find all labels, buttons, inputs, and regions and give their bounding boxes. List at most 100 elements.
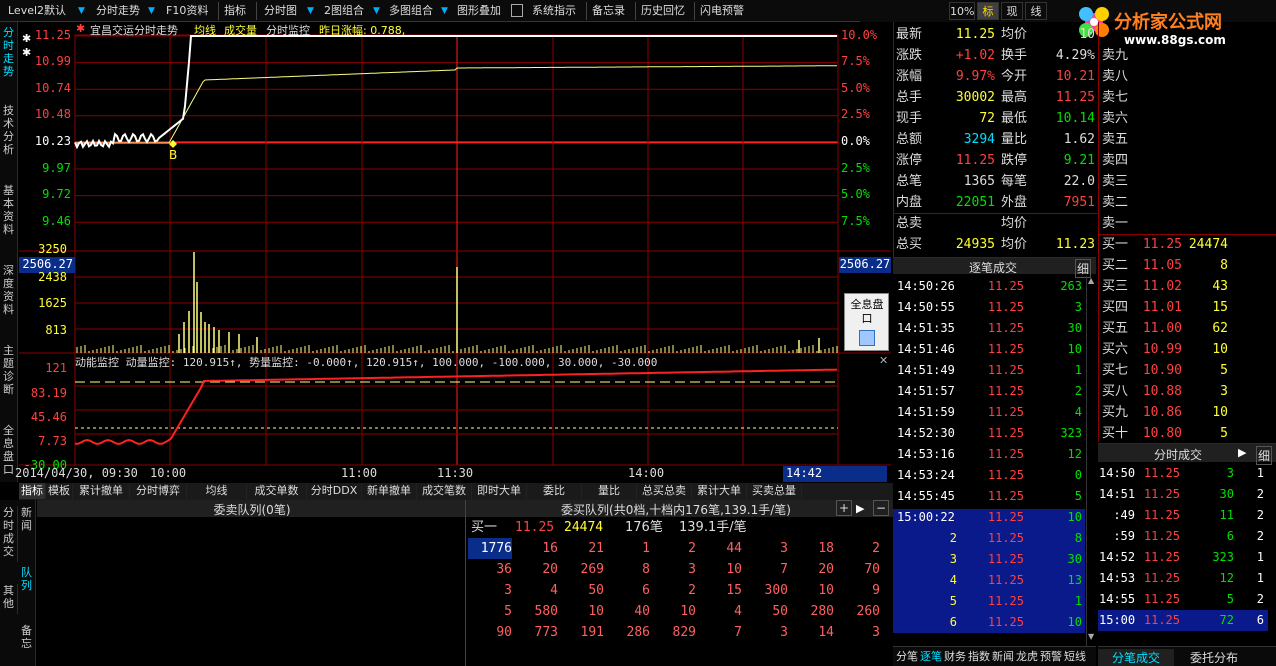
indicator-menu[interactable]: 指标 (224, 3, 246, 19)
f10-menu[interactable]: F10资料 (166, 3, 208, 19)
pct-tick: 7.5% (841, 54, 870, 68)
buy-level-label: 买七 (1102, 363, 1129, 378)
minute-chart-menu[interactable]: 分时图 (264, 3, 297, 19)
indicator-tab[interactable]: 均线 (187, 483, 247, 499)
indicator-tab[interactable]: 总买总卖 (637, 483, 692, 499)
ticks-tab[interactable]: 财务 (943, 648, 967, 664)
tab-news[interactable]: 新闻 (18, 506, 36, 546)
dropdown-arrow-icon[interactable]: ▼ (372, 4, 381, 18)
lock-icon[interactable] (511, 4, 523, 17)
queue-cell: 2 (872, 541, 880, 556)
queue-cell: 3 (688, 562, 696, 577)
ticks-tab[interactable]: 龙虎 (1015, 648, 1039, 664)
toolbar-divider (218, 2, 219, 20)
line-button[interactable]: 线 (1025, 2, 1047, 20)
price-tick: 10.23 (34, 134, 71, 148)
monitor-label[interactable]: 分时监控 (266, 22, 310, 38)
chart-canvas (19, 34, 891, 466)
tick-volume: 4 (1074, 405, 1082, 419)
indicator-tab[interactable]: 累计大单 (692, 483, 747, 499)
indicator-tab[interactable]: 成交单数 (247, 483, 307, 499)
quote-label: 跌停 (1001, 153, 1028, 168)
dropdown-arrow-icon[interactable]: ▼ (440, 4, 449, 18)
two-chart-menu[interactable]: 2图组合 (324, 3, 364, 19)
ticks-tab[interactable]: 新闻 (991, 648, 1015, 664)
dropdown-arrow-icon[interactable]: ▼ (77, 4, 86, 18)
dropdown-arrow-icon[interactable]: ▼ (306, 4, 315, 18)
tick-time: 2 (949, 531, 957, 545)
minute-price: 11.25 (1143, 529, 1180, 543)
ticks-tab[interactable]: 分笔 (895, 648, 919, 664)
buy-level-price: 11.25 (1142, 237, 1182, 252)
play-icon[interactable]: ▶ (856, 502, 864, 515)
indicator-tab[interactable]: 买卖总量 (747, 483, 802, 499)
tab-other[interactable]: 其他 (0, 584, 18, 614)
standard-button[interactable]: 标 (977, 2, 999, 20)
play-icon[interactable]: ▶ (1238, 446, 1246, 459)
indicator-tab[interactable]: 委比 (527, 483, 582, 499)
minute-price: 11.25 (1143, 487, 1180, 501)
overlay-menu[interactable]: 图形叠加 (457, 3, 501, 19)
volume-tick: 3250 (38, 242, 67, 256)
minute-count: 1 (1256, 571, 1264, 585)
tick-volume: 30 (1067, 552, 1082, 566)
tab-tick-trades[interactable]: 分笔成交 (1098, 649, 1174, 666)
tick-time: 5 (949, 594, 957, 608)
indicator-tab[interactable]: 即时大单 (472, 483, 527, 499)
quote-value: 11.23 (1055, 237, 1095, 252)
layout-selector[interactable]: Level2默认 (8, 3, 66, 19)
intraday-menu[interactable]: 分时走势 (96, 3, 140, 19)
ticks-scrollbar[interactable]: ▲ ▼ (1086, 276, 1096, 646)
minute-volume: 3 (1226, 466, 1234, 480)
volume-label[interactable]: 成交量 (224, 22, 257, 38)
tick-time: 14:51:57 (897, 384, 955, 398)
indicator-tab[interactable]: 量比 (582, 483, 637, 499)
alert-menu[interactable]: 闪电预警 (700, 3, 744, 19)
queue-cell: 7 (780, 562, 788, 577)
pct-toggle[interactable]: 10% (949, 2, 975, 20)
tick-volume: 3 (1074, 300, 1082, 314)
ma-label[interactable]: 均线 (194, 22, 216, 38)
memo-menu[interactable]: 备忘录 (592, 3, 625, 19)
indicator-tab[interactable]: 新单撤单 (362, 483, 417, 499)
minute-time: 14:51 (1099, 487, 1136, 501)
history-menu[interactable]: 历史回忆 (641, 3, 685, 19)
indicator-tab[interactable]: 成交笔数 (417, 483, 472, 499)
full-quote-label: 全息盘口 (850, 298, 884, 325)
queue-cell: 580 (534, 604, 558, 619)
pct-tick: 2.5% (841, 107, 870, 121)
scroll-down-icon[interactable]: ▼ (1088, 632, 1094, 641)
indicator-tab[interactable]: 分时DDX (307, 483, 362, 499)
ticks-tab[interactable]: 逐笔 (919, 648, 943, 664)
close-icon[interactable]: ✕ (879, 354, 888, 367)
add-icon[interactable]: + (836, 500, 852, 516)
multi-chart-menu[interactable]: 多图组合 (389, 3, 433, 19)
tab-minute-trades[interactable]: 分时成交 (0, 506, 18, 562)
current-button[interactable]: 现 (1001, 2, 1023, 20)
ticks-tab[interactable]: 短线 (1063, 648, 1087, 664)
indicator-tab[interactable]: 累计撤单 (73, 483, 130, 499)
settings-icon[interactable]: ✱ (76, 22, 85, 35)
indicator-tab[interactable]: 模板 (46, 483, 73, 499)
system-menu[interactable]: 系统指示 (532, 3, 576, 19)
minute-trades-title: 分时成交 (1153, 448, 1202, 462)
scroll-up-icon[interactable]: ▲ (1088, 276, 1094, 285)
buy-level-price: 11.01 (1142, 300, 1182, 315)
quote-label: 现手 (896, 111, 923, 126)
ticks-tab[interactable]: 指数 (967, 648, 991, 664)
minus-icon[interactable]: − (873, 500, 889, 516)
tab-queue[interactable]: 队列 (18, 566, 36, 596)
dropdown-arrow-icon[interactable]: ▼ (147, 4, 156, 18)
tab-order-distribution[interactable]: 委托分布 (1176, 649, 1252, 666)
indicator-tab[interactable]: 指标 (19, 483, 46, 499)
ticks-tab[interactable]: 预警 (1039, 648, 1063, 664)
tab-memo[interactable]: 备忘 (18, 624, 36, 654)
queue-cell: 300 (764, 583, 788, 598)
queue-cell: 10 (726, 562, 742, 577)
tab-theme-diagnosis[interactable]: 主题诊断 (0, 344, 18, 414)
full-quote-button[interactable]: 全息盘口 (844, 293, 889, 351)
pct-tick: 7.5% (841, 214, 870, 228)
quote-label: 总额 (896, 132, 923, 147)
indicator-tab[interactable]: 分时博弈 (130, 483, 187, 499)
price-line (74, 35, 837, 150)
